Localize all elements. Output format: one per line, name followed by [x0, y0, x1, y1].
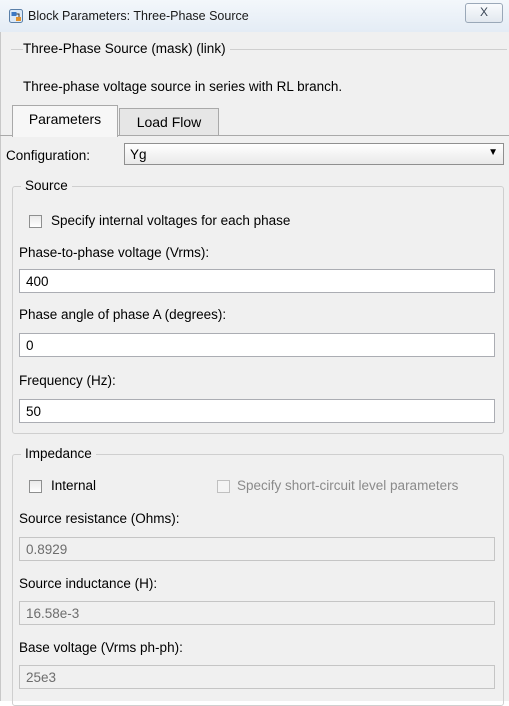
source-inductance-label: Source inductance (H):	[19, 576, 158, 591]
simulink-block-icon	[9, 9, 23, 23]
internal-checkbox[interactable]	[29, 480, 42, 493]
short-circuit-label: Specify short-circuit level parameters	[237, 478, 459, 493]
specify-internal-voltages-checkbox[interactable]	[29, 215, 42, 228]
configuration-dropdown[interactable]: Yg ▼	[124, 143, 504, 165]
frequency-label: Frequency (Hz):	[19, 373, 116, 388]
phase-voltage-label: Phase-to-phase voltage (Vrms):	[19, 245, 210, 260]
source-group: Source Specify internal voltages for eac…	[12, 178, 504, 434]
close-icon: X	[479, 5, 488, 19]
impedance-legend: Impedance	[21, 446, 96, 461]
source-resistance-label: Source resistance (Ohms):	[19, 511, 180, 526]
source-inductance-input[interactable]	[19, 601, 495, 625]
title-bar: Block Parameters: Three-Phase Source X	[0, 0, 509, 33]
base-voltage-label: Base voltage (Vrms ph-ph):	[19, 640, 183, 655]
short-circuit-checkbox[interactable]	[217, 480, 230, 493]
chevron-down-icon: ▼	[488, 147, 498, 158]
close-button[interactable]: X	[465, 3, 503, 23]
internal-label: Internal	[51, 478, 97, 493]
window-title: Block Parameters: Three-Phase Source	[28, 9, 249, 23]
frequency-input[interactable]	[19, 399, 495, 423]
dialog-panel: Three-Phase Source (mask) (link) Three-p…	[0, 32, 509, 706]
source-legend: Source	[21, 178, 72, 193]
specify-internal-voltages-label: Specify internal voltages for each phase	[51, 213, 291, 228]
source-resistance-input[interactable]	[19, 537, 495, 561]
mask-description: Three-phase voltage source in series wit…	[23, 79, 343, 94]
phase-angle-input[interactable]	[19, 333, 495, 357]
configuration-value: Yg	[130, 147, 147, 162]
tab-strip: Parameters Load Flow	[0, 102, 509, 137]
impedance-group: Impedance Internal Specify short-circuit…	[12, 446, 504, 706]
base-voltage-input[interactable]	[19, 665, 495, 689]
phase-angle-label: Phase angle of phase A (degrees):	[19, 307, 227, 322]
configuration-label: Configuration:	[6, 148, 91, 163]
tab-load-flow[interactable]: Load Flow	[119, 108, 219, 135]
mask-title: Three-Phase Source (mask) (link)	[23, 41, 230, 56]
phase-voltage-input[interactable]	[19, 269, 495, 293]
tab-parameters[interactable]: Parameters	[12, 105, 118, 137]
